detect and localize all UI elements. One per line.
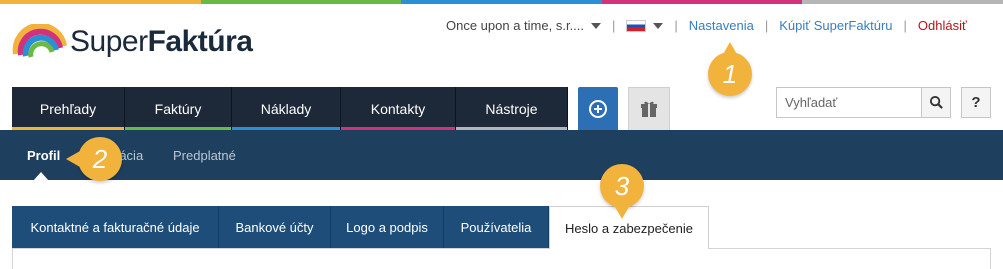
tab-logo-signature[interactable]: Logo a podpis	[331, 206, 444, 248]
chevron-down-icon	[653, 23, 664, 30]
tab-bank-accounts[interactable]: Bankové účty	[219, 206, 331, 248]
profile-tabs-area: Kontaktné a fakturačné údaje Bankové účt…	[0, 206, 1003, 269]
nav-tab-invoices[interactable]: Faktúry	[125, 87, 232, 130]
callout-marker-3: 3	[600, 164, 644, 219]
separator: |	[674, 17, 678, 33]
logo-text: SuperFaktúra	[70, 25, 253, 58]
nav-tab-overview[interactable]: Prehľady	[12, 87, 125, 130]
stripe-yellow	[0, 0, 201, 4]
search-input[interactable]	[776, 87, 921, 118]
chevron-down-icon	[591, 23, 602, 30]
brand-color-stripe	[0, 0, 1003, 4]
active-pointer-icon	[33, 172, 49, 181]
superfaktura-logo[interactable]: SuperFaktúra	[12, 24, 253, 60]
nav-tab-contacts[interactable]: Kontakty	[341, 87, 456, 130]
callout-marker-2: 2	[66, 137, 122, 181]
main-navigation: Prehľady Faktúry Náklady Kontakty Nástro…	[12, 87, 568, 130]
stripe-green	[200, 0, 402, 4]
separator: |	[764, 17, 769, 33]
settings-link[interactable]: Nastavenia	[689, 18, 754, 33]
stripe-gray	[802, 0, 1003, 4]
top-navigation: Once upon a time, s.r.... | | Nastavenia…	[446, 15, 967, 35]
add-new-button[interactable]	[578, 87, 618, 130]
stripe-pink	[601, 0, 803, 4]
search-icon	[929, 95, 943, 109]
subnav-item-subscription[interactable]: Predplatné	[173, 148, 236, 163]
tab-content-border	[12, 248, 991, 269]
tab-users[interactable]: Používatelia	[444, 206, 549, 248]
separator: |	[903, 17, 907, 33]
buy-link[interactable]: Kúpiť SuperFaktúru	[779, 18, 892, 33]
plus-circle-icon	[589, 99, 607, 118]
gift-icon	[641, 101, 657, 117]
company-selector[interactable]: Once upon a time, s.r....	[446, 18, 602, 33]
logout-link[interactable]: Odhlásiť	[918, 18, 967, 33]
nav-tab-expenses[interactable]: Náklady	[232, 87, 341, 130]
stripe-blue	[401, 0, 602, 4]
search-button[interactable]	[921, 87, 951, 118]
gift-button[interactable]	[628, 87, 670, 130]
sub-navigation: Profil rácia Predplatné	[0, 130, 1003, 181]
language-selector[interactable]	[626, 18, 664, 33]
profile-tabs: Kontaktné a fakturačné údaje Bankové účt…	[12, 206, 709, 249]
nav-tab-tools[interactable]: Nástroje	[456, 87, 568, 130]
slovakia-flag-icon	[626, 20, 647, 33]
tab-contact-billing[interactable]: Kontaktné a fakturačné údaje	[12, 206, 219, 248]
search-box	[776, 87, 951, 118]
separator: |	[612, 17, 616, 33]
help-button[interactable]: ?	[961, 87, 991, 118]
callout-marker-1: 1	[708, 42, 752, 96]
rainbow-logo-icon	[12, 24, 67, 58]
subnav-item-profile[interactable]: Profil	[27, 148, 60, 163]
